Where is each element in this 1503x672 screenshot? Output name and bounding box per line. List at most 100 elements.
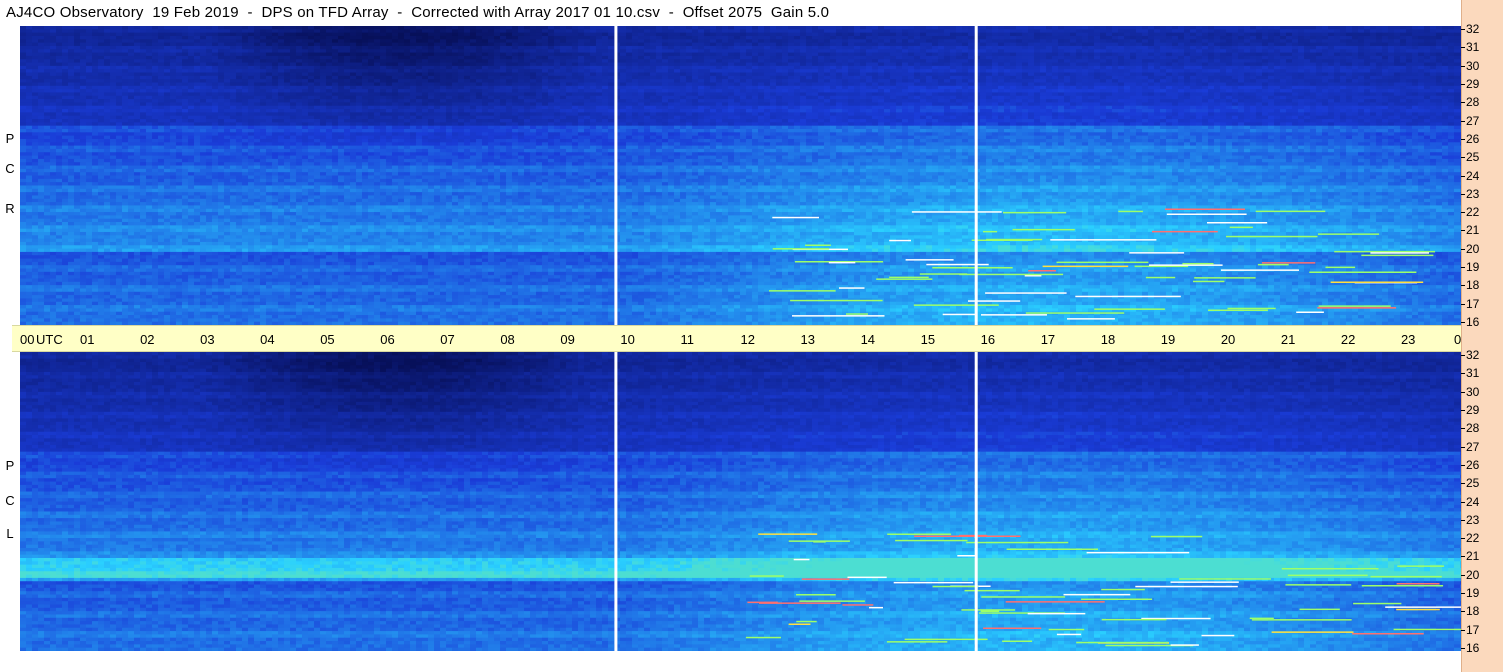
spectrogram-cell	[872, 63, 879, 67]
spectrogram-cell	[518, 43, 525, 47]
spectrogram-cell	[1136, 43, 1143, 47]
spectrogram-cell	[1184, 66, 1191, 70]
spectrogram-cell	[158, 63, 165, 67]
spectrogram-cell	[416, 56, 423, 60]
spectrogram-cell	[170, 29, 177, 33]
spectrogram-cell	[1454, 26, 1461, 30]
spectrogram-cell	[926, 92, 933, 96]
spectrogram-cell	[68, 56, 75, 60]
spectrogram-cell	[122, 43, 129, 47]
spectrogram-cell	[452, 53, 459, 57]
spectrogram-cell	[668, 33, 675, 37]
spectrogram-cell	[476, 63, 483, 67]
spectrogram-cell	[248, 56, 255, 60]
spectrogram-cell	[530, 36, 537, 40]
spectrogram-cell	[1286, 29, 1293, 33]
spectrogram-cell	[1130, 66, 1137, 70]
spectrogram-cell	[464, 56, 471, 60]
spectrogram-cell	[1136, 36, 1143, 40]
spectrogram-cell	[236, 86, 243, 90]
spectrogram-cell	[302, 46, 309, 50]
spectrogram-cell	[1442, 69, 1449, 73]
spectrogram-cell	[950, 53, 957, 57]
spectrogram-cell	[446, 56, 453, 60]
spectrogram-cell	[320, 43, 327, 47]
spectrogram-cell	[446, 82, 453, 86]
spectrogram-cell	[812, 56, 819, 60]
spectrogram-cell	[308, 29, 315, 33]
spectrogram-cell	[1268, 36, 1275, 40]
spectrogram-cell	[1202, 26, 1209, 30]
spectrogram-cell	[1340, 59, 1347, 63]
spectrogram-cell	[236, 73, 243, 77]
spectrogram-cell	[1400, 46, 1407, 50]
spectrogram-cell	[866, 43, 873, 47]
spectrogram-cell	[1094, 73, 1101, 77]
spectrogram-cell	[1112, 86, 1119, 90]
spectrogram-cell	[500, 69, 507, 73]
spectrogram-cell	[650, 39, 657, 43]
spectrogram-cell	[290, 43, 297, 47]
spectrogram-cell	[32, 29, 39, 33]
spectrogram-cell	[704, 49, 711, 53]
spectrogram-cell	[194, 69, 201, 73]
spectrogram-cell	[680, 26, 687, 30]
spectrogram-cell	[704, 82, 711, 86]
spectrogram-cell	[848, 53, 855, 57]
spectrogram-cell	[338, 82, 345, 86]
spectrogram-cell	[1406, 49, 1413, 53]
spectrogram-cell	[1052, 39, 1059, 43]
spectrogram-cell	[818, 33, 825, 37]
spectrogram-cell	[56, 53, 63, 57]
spectrogram-cell	[1076, 76, 1083, 80]
spectrogram-cell	[1442, 49, 1449, 53]
spectrogram-cell	[506, 92, 513, 96]
spectrogram-cell	[1076, 33, 1083, 37]
spectrogram-cell	[68, 82, 75, 86]
spectrogram-cell	[398, 26, 405, 30]
spectrogram-cell	[644, 73, 651, 77]
spectrogram-cell	[704, 29, 711, 33]
spectrogram-cell	[296, 86, 303, 90]
spectrogram-cell	[290, 82, 297, 86]
spectrogram-cell	[38, 39, 45, 43]
spectrogram-cell	[620, 76, 627, 80]
spectrogram-cell	[398, 69, 405, 73]
spectrogram-cell	[890, 89, 897, 93]
spectrogram-cell	[878, 86, 885, 90]
spectrogram-cell	[44, 29, 51, 33]
spectrogram-cell	[1106, 82, 1113, 86]
spectrogram-cell	[794, 59, 801, 63]
spectrogram-cell	[578, 26, 585, 30]
spectrogram-cell	[62, 59, 69, 63]
spectrogram-cell	[1076, 56, 1083, 60]
spectrogram-cell	[1202, 59, 1209, 63]
spectrogram-cell	[1004, 63, 1011, 67]
spectrogram-cell	[836, 59, 843, 63]
spectrogram-cell	[362, 59, 369, 63]
spectrogram-cell	[116, 79, 123, 83]
spectrogram-cell	[518, 36, 525, 40]
spectrogram-cell	[770, 53, 777, 57]
spectrogram-cell	[362, 29, 369, 33]
spectrogram-cell	[194, 79, 201, 83]
spectrogram-cell	[20, 63, 27, 67]
spectrogram-cell	[1136, 26, 1143, 30]
spectrogram-cell	[1328, 56, 1335, 60]
spectrogram-cell	[1046, 76, 1053, 80]
spectrogram-cell	[122, 36, 129, 40]
spectrogram-cell	[530, 26, 537, 30]
spectrogram-cell	[1226, 82, 1233, 86]
spectrogram-cell	[794, 86, 801, 90]
spectrogram-cell	[1418, 49, 1425, 53]
spectrogram-cell	[836, 89, 843, 93]
spectrogram-cell	[500, 43, 507, 47]
spectrogram-cell	[1214, 76, 1221, 80]
spectrogram-cell	[1382, 86, 1389, 90]
spectrogram-cell	[56, 73, 63, 77]
spectrogram-cell	[572, 86, 579, 90]
spectrogram-cell	[350, 73, 357, 77]
spectrogram-cell	[722, 39, 729, 43]
spectrogram-cell	[1136, 69, 1143, 73]
spectrogram-cell	[644, 82, 651, 86]
